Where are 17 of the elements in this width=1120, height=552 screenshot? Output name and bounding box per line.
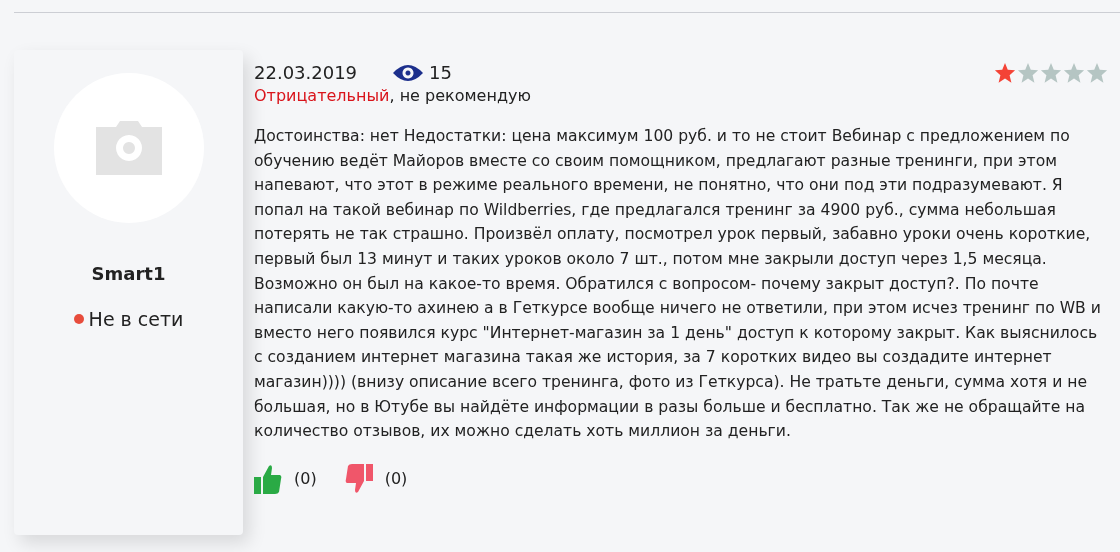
camera-icon	[95, 121, 162, 175]
star-icon	[1086, 62, 1108, 84]
star-icon	[1063, 62, 1085, 84]
author-name: Smart1	[91, 263, 166, 284]
status-text: Не в сети	[88, 308, 184, 330]
star-icon	[1017, 62, 1039, 84]
dislike-count: (0)	[384, 469, 408, 489]
review-text: Достоинства: нет Недостатки: цена максимум 100 руб. и то не стоит Вебинар с предложением по обучению ведёт Майоров вместе со своим помощником, предлагают разные тренинги, при этом напевают, что этот в режиме реального времени, не понятно, что они под эти подразумевают. Я попал на такой вебинар по Wildberries, где предлагался тренинг за 4900 руб., сумма небольшая потерять не так страшно. Произвёл оплату, посмотрел урок первый, забавно уроки очень короткие, первый был 13 минут и таких уроков около 7 шт., потом мне закрыли доступ через 1,5 месяца. Возможно он был на какое-то время. Обратился с вопросом- почему закрыт доступ?. По почте написали какую-то ахинею а в Геткурсе вообще ничего не ответили, при этом исчез тренинг по WB и вместо него появился курс "Интернет-магазин за 1 день" доступ к которому закрыт. Как выяснилось с созданием интернет магазина такая же история, за 7 коротких видео вы создадите интернет магазин)))) (внизу описание всего тренинга, фото из Геткурса). Не тратьте деньги, сумма хотя и не большая, но в Ютубе вы найдёте информации в разы больше и бесплатно. Так же не обращайте на количество отзывов, их можно сделать хоть миллион за деньги.	[254, 126, 1102, 443]
thumbs-up-icon[interactable]	[254, 463, 282, 494]
thumbs-down-icon[interactable]	[344, 463, 373, 494]
star-icon	[1040, 62, 1062, 84]
view-count: 15	[429, 62, 452, 83]
like-count: (0)	[294, 469, 317, 489]
star-icon	[994, 62, 1016, 84]
eye-icon	[393, 63, 424, 82]
review-verdict: Отрицательный, не рекомендую	[254, 86, 532, 105]
review-date: 22.03.2019	[254, 62, 358, 83]
